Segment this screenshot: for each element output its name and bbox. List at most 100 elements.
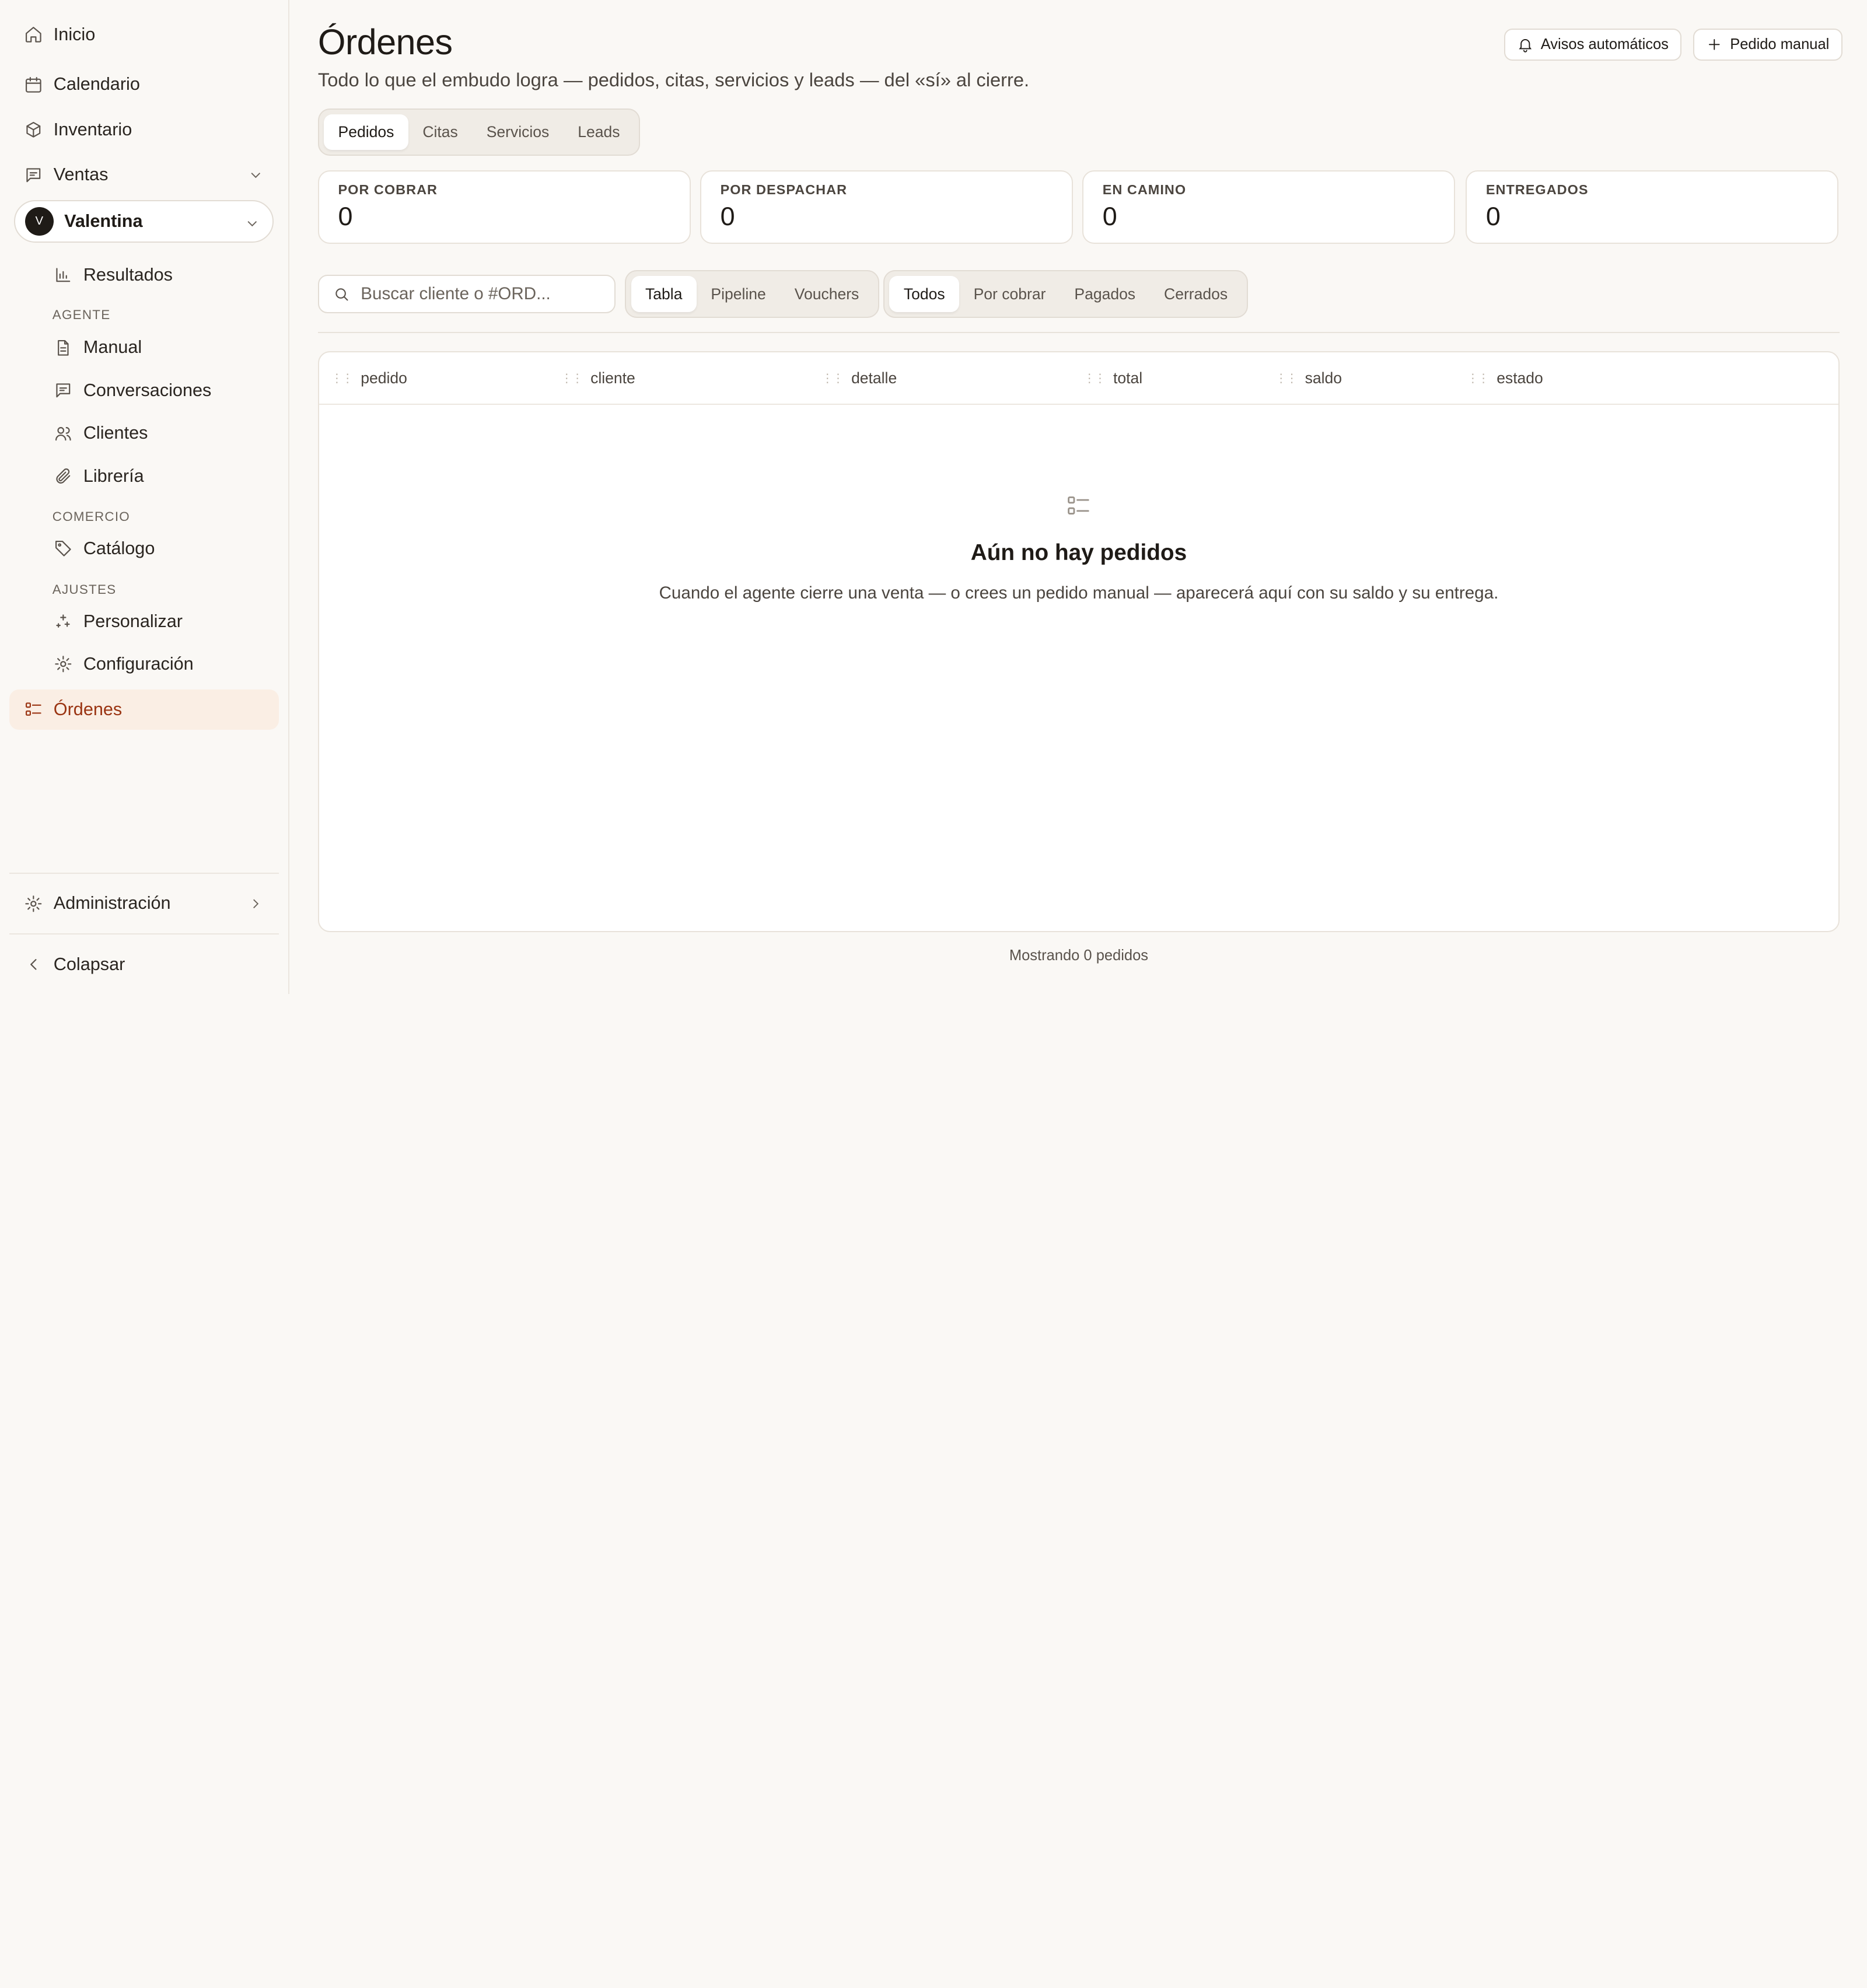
manual-order-label: Pedido manual — [1730, 36, 1830, 53]
empty-list-icon — [1065, 493, 1092, 524]
plus-icon — [1709, 39, 1720, 50]
sidebar-item-label: Órdenes — [53, 699, 123, 719]
tab-leads[interactable]: Leads — [564, 114, 634, 150]
collapse-sidebar-button[interactable]: Colapsar — [9, 944, 278, 984]
divider — [317, 332, 1840, 334]
users-icon — [54, 424, 73, 443]
sidebar-item-personalizar[interactable]: Personalizar — [39, 601, 277, 642]
kpi-label: EN CAMINO — [1102, 182, 1187, 198]
collapse-label: Colapsar — [53, 954, 125, 974]
kpi-label: POR DESPACHAR — [720, 182, 848, 198]
sidebar-item-manual[interactable]: Manual — [39, 327, 277, 368]
message-icon — [24, 166, 43, 185]
sidebar-item-calendario[interactable]: Calendario — [9, 64, 278, 104]
sidebar-item-configuracion[interactable]: Configuración — [39, 644, 277, 684]
filter-pagados[interactable]: Pagados — [1060, 276, 1150, 312]
auto-notices-label: Avisos automáticos — [1540, 36, 1669, 53]
auto-notices-button[interactable]: Avisos automáticos — [1504, 28, 1682, 61]
empty-state-description: Cuando el agente cierre una venta — o cr… — [659, 583, 1499, 603]
column-header-saldo[interactable]: ⋮⋮ saldo — [1275, 369, 1342, 387]
sidebar: Inicio Calendario Inventario Ventas V Va… — [0, 0, 289, 995]
sidebar-item-label: Resultados — [83, 264, 173, 285]
tab-vouchers[interactable]: Vouchers — [780, 276, 873, 312]
view-tabs: Tabla Pipeline Vouchers — [625, 270, 879, 318]
sidebar-item-label: Manual — [83, 337, 142, 358]
main-content: Órdenes Todo lo que el embudo logra — pe… — [289, 0, 1867, 994]
tab-pedidos[interactable]: Pedidos — [324, 114, 408, 150]
sidebar-item-label: Inventario — [53, 119, 132, 139]
sidebar-item-label: Administración — [53, 893, 171, 914]
sidebar-item-administracion[interactable]: Administración — [9, 883, 278, 923]
drag-handle-icon[interactable]: ⋮⋮ — [331, 371, 354, 386]
gear-icon — [54, 654, 73, 674]
table-header: ⋮⋮ pedido ⋮⋮ cliente ⋮⋮ detalle ⋮⋮ total ⋮⋮ s… — [319, 352, 1839, 405]
sidebar-divider — [9, 933, 279, 935]
results-count: Mostrando 0 pedidos — [1009, 947, 1149, 964]
drag-handle-icon[interactable]: ⋮⋮ — [1275, 371, 1298, 386]
tab-pipeline[interactable]: Pipeline — [697, 276, 780, 312]
calendar-icon — [24, 75, 43, 94]
sidebar-item-catalogo[interactable]: Catálogo — [39, 528, 277, 569]
type-tabs: Pedidos Citas Servicios Leads — [317, 108, 641, 156]
home-icon — [24, 25, 43, 44]
chevron-down-icon — [244, 214, 261, 236]
section-label-agente: AGENTE — [52, 307, 111, 322]
filter-todos[interactable]: Todos — [889, 276, 960, 312]
filter-tabs: Todos Por cobrar Pagados Cerrados — [883, 270, 1248, 318]
kpi-card-en-camino: EN CAMINO 0 — [1082, 170, 1455, 244]
tab-servicios[interactable]: Servicios — [472, 114, 564, 150]
kpi-value: 0 — [1485, 201, 1501, 232]
sidebar-item-label: Librería — [83, 466, 144, 486]
section-label-comercio: COMERCIO — [52, 509, 130, 524]
sidebar-item-clientes[interactable]: Clientes — [39, 413, 277, 453]
chat-icon — [54, 381, 73, 400]
tab-citas[interactable]: Citas — [408, 114, 472, 150]
bar-chart-icon — [54, 265, 73, 285]
kpi-value: 0 — [338, 201, 353, 232]
search-icon — [335, 288, 348, 301]
column-header-estado[interactable]: ⋮⋮ estado — [1467, 369, 1543, 387]
chevron-right-icon — [247, 895, 264, 917]
sidebar-item-resultados[interactable]: Resultados — [39, 255, 277, 295]
drag-handle-icon[interactable]: ⋮⋮ — [1083, 371, 1106, 386]
column-header-pedido[interactable]: ⋮⋮ pedido — [331, 369, 407, 387]
section-label-ajustes: AJUSTES — [52, 582, 117, 597]
column-header-cliente[interactable]: ⋮⋮ cliente — [561, 369, 635, 387]
filter-cerrados[interactable]: Cerrados — [1150, 276, 1242, 312]
sidebar-item-inventario[interactable]: Inventario — [9, 110, 278, 150]
sidebar-item-label: Inicio — [53, 24, 96, 44]
account-name: Valentina — [64, 211, 143, 232]
manual-order-button[interactable]: Pedido manual — [1693, 28, 1842, 61]
sidebar-item-label: Catálogo — [83, 538, 155, 559]
kpi-label: ENTREGADOS — [1485, 182, 1589, 198]
orders-table: ⋮⋮ pedido ⋮⋮ cliente ⋮⋮ detalle ⋮⋮ total ⋮⋮ s… — [317, 351, 1840, 932]
sidebar-divider — [9, 872, 279, 874]
column-header-detalle[interactable]: ⋮⋮ detalle — [821, 369, 897, 387]
page-subtitle: Todo lo que el embudo logra — pedidos, c… — [317, 69, 1030, 91]
sidebar-item-label: Conversaciones — [83, 380, 212, 400]
drag-handle-icon[interactable]: ⋮⋮ — [1467, 371, 1490, 386]
sidebar-item-libreria[interactable]: Librería — [39, 456, 277, 496]
account-switcher[interactable]: V Valentina — [14, 200, 274, 243]
sidebar-item-inicio[interactable]: Inicio — [9, 14, 278, 54]
kpi-card-por-despachar: POR DESPACHAR 0 — [700, 170, 1073, 244]
search-box — [317, 275, 616, 313]
sparkles-icon — [54, 612, 73, 631]
sidebar-item-label: Configuración — [83, 654, 194, 674]
kpi-card-entregados: ENTREGADOS 0 — [1466, 170, 1838, 244]
tab-tabla[interactable]: Tabla — [631, 276, 697, 312]
sidebar-item-conversaciones[interactable]: Conversaciones — [39, 370, 277, 411]
sidebar-item-ordenes[interactable]: Órdenes — [9, 689, 279, 730]
page-title: Órdenes — [317, 22, 453, 62]
kpi-value: 0 — [1102, 201, 1117, 232]
sidebar-item-label: Ventas — [53, 164, 109, 185]
drag-handle-icon[interactable]: ⋮⋮ — [821, 371, 844, 386]
drag-handle-icon[interactable]: ⋮⋮ — [561, 371, 583, 386]
search-input[interactable] — [361, 284, 599, 304]
list-icon — [24, 700, 43, 719]
box-icon — [24, 120, 43, 139]
chevron-left-icon — [24, 955, 43, 974]
filter-por-cobrar[interactable]: Por cobrar — [959, 276, 1060, 312]
sidebar-item-ventas[interactable]: Ventas — [9, 155, 278, 195]
column-header-total[interactable]: ⋮⋮ total — [1083, 369, 1142, 387]
